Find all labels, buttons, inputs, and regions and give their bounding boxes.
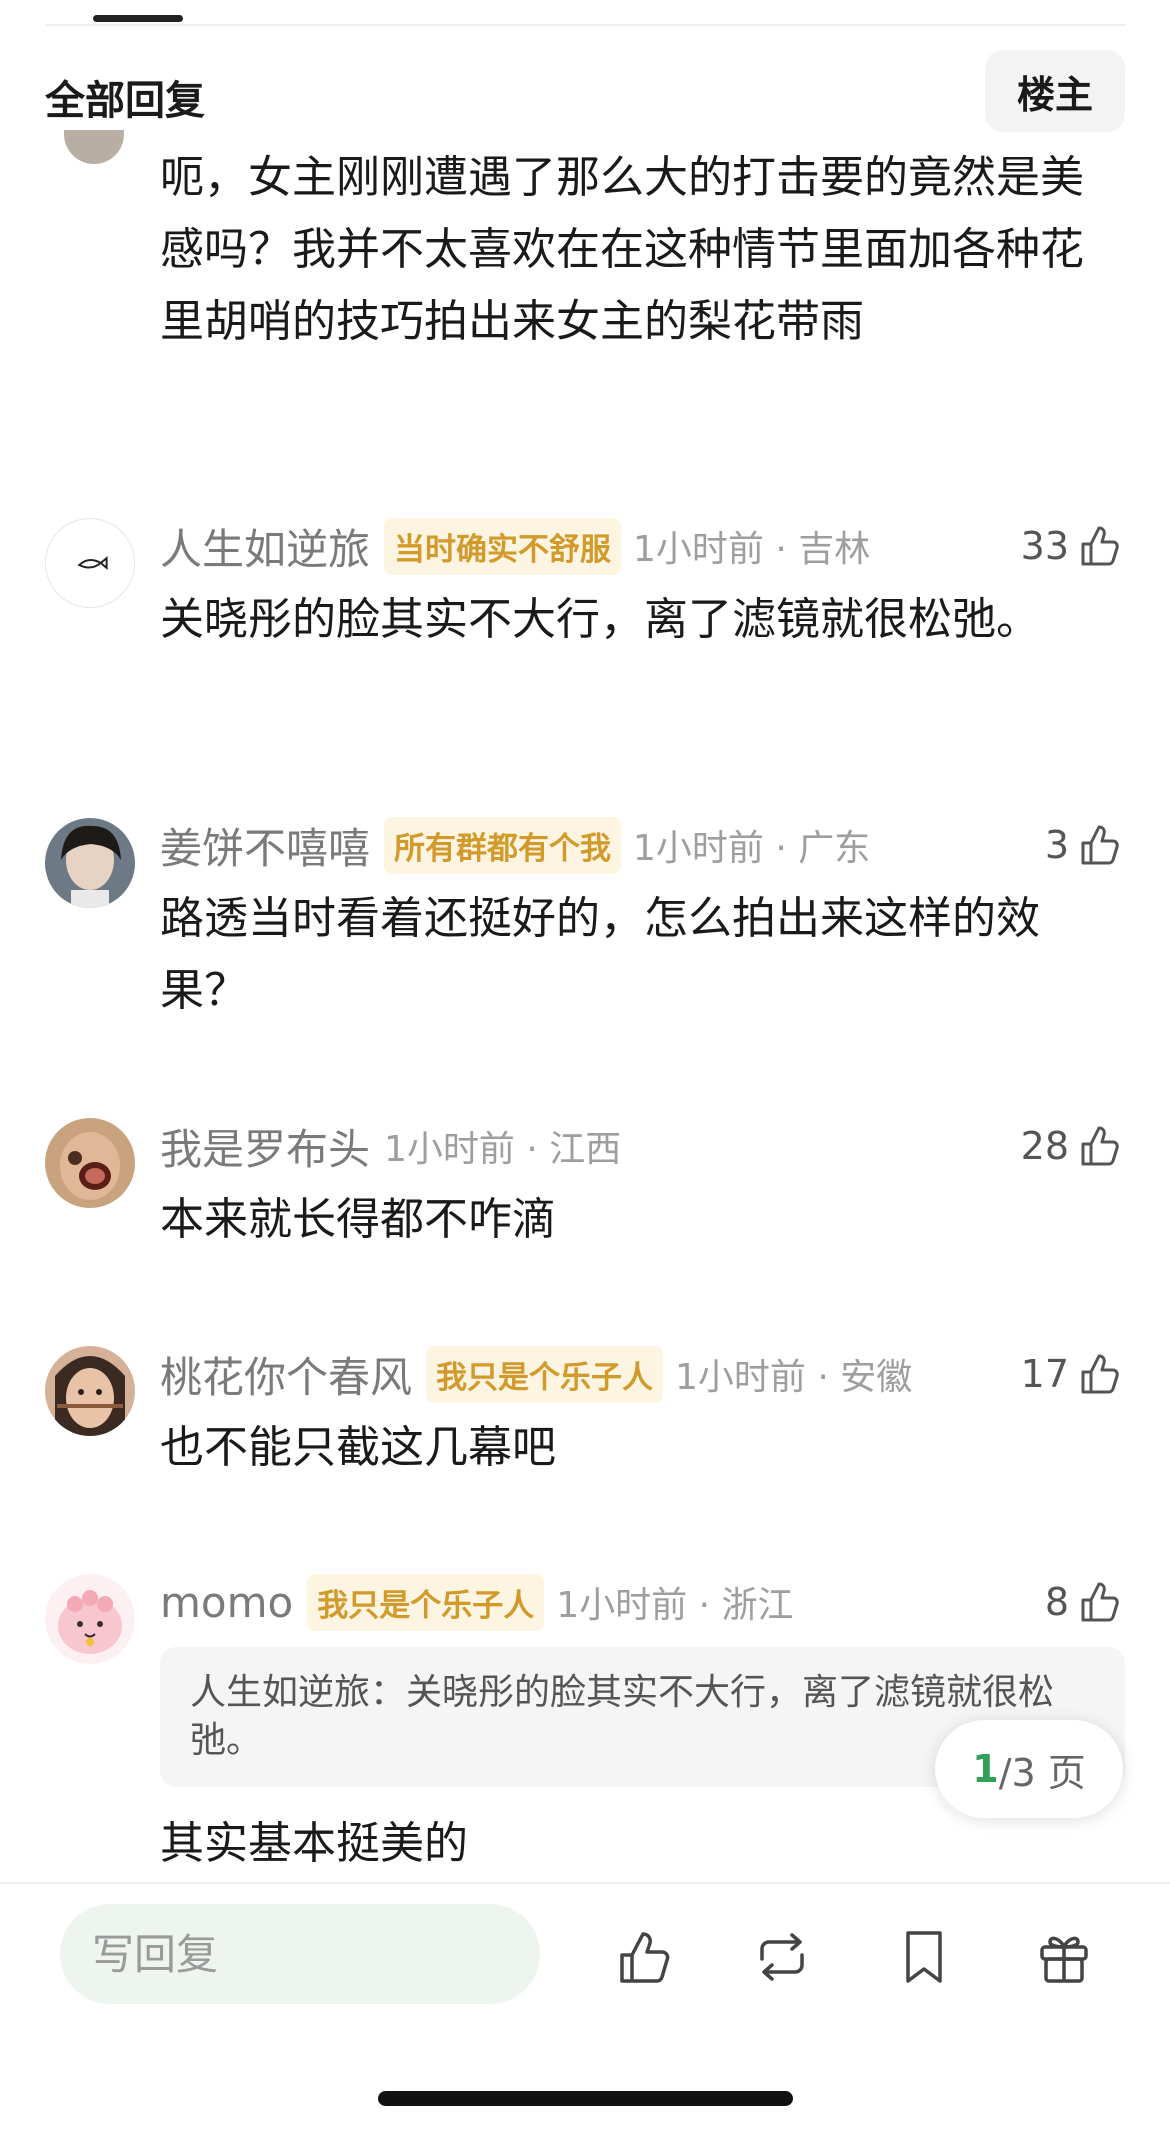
like-button[interactable]: 28 (1021, 1116, 1125, 1176)
like-button[interactable]: 17 (1021, 1344, 1125, 1404)
username[interactable]: momo (160, 1578, 293, 1627)
page-indicator[interactable]: 1/3 页 (935, 1720, 1123, 1818)
user-badge: 我只是个乐子人 (426, 1345, 664, 1403)
user-badge: 当时确实不舒服 (384, 517, 622, 575)
username[interactable]: 我是罗布头 (160, 1116, 370, 1177)
like-count: 3 (1044, 823, 1069, 867)
op-only-button[interactable]: 楼主 (985, 50, 1125, 132)
avatar[interactable] (45, 518, 135, 608)
thumbs-up-icon (1081, 1354, 1119, 1394)
comment-text: 路透当时看着还挺好的，怎么拍出来这样的效果？ (160, 893, 1040, 1016)
like-icon[interactable] (614, 1925, 678, 1989)
comment-meta: 人生如逆旅 当时确实不舒服 1小时前 · 吉林 (160, 516, 870, 576)
thumbs-up-icon (1081, 1582, 1119, 1622)
avatar[interactable] (45, 1574, 135, 1664)
comment-meta: 桃花你个春风 我只是个乐子人 1小时前 · 安徽 (160, 1344, 912, 1404)
username[interactable]: 桃花你个春风 (160, 1344, 412, 1405)
gift-icon[interactable] (1032, 1925, 1096, 1989)
comment-text: 其实基本挺美的 (160, 1818, 468, 1869)
comment-text: 关晓彤的脸其实不大行，离了滤镜就很松弛。 (160, 594, 1040, 645)
like-button[interactable]: 33 (1021, 516, 1125, 576)
time-location: 1小时前 · 安徽 (675, 1357, 913, 1398)
user-badge: 我只是个乐子人 (307, 1573, 545, 1631)
like-button[interactable]: 8 (1045, 1572, 1125, 1632)
comment-meta: 我是罗布头 1小时前 · 江西 (160, 1116, 621, 1176)
avatar[interactable] (64, 130, 124, 164)
like-count: 33 (1020, 524, 1069, 568)
bookmark-icon[interactable] (892, 1925, 956, 1989)
comment-text: 呃，女主刚刚遭遇了那么大的打击要的竟然是美感吗？我并不太喜欢在在这种情节里面加各… (160, 152, 1084, 347)
current-page: 1 (972, 1747, 999, 1791)
reply-input[interactable] (60, 1904, 540, 2004)
like-button[interactable]: 3 (1045, 815, 1125, 875)
divider (0, 1882, 1170, 1884)
home-indicator[interactable] (378, 2091, 793, 2106)
avatar[interactable] (45, 818, 135, 908)
like-count: 8 (1044, 1580, 1069, 1624)
comment-text: 也不能只截这几幕吧 (160, 1422, 556, 1473)
avatar[interactable] (45, 1346, 135, 1436)
time-location: 1小时前 · 广东 (633, 828, 871, 869)
like-count: 28 (1020, 1124, 1069, 1168)
username[interactable]: 姜饼不嘻嘻 (160, 815, 370, 876)
time-location: 1小时前 · 浙江 (556, 1585, 794, 1626)
user-badge: 所有群都有个我 (384, 816, 622, 874)
repost-icon[interactable] (750, 1925, 814, 1989)
comment-meta: momo 我只是个乐子人 1小时前 · 浙江 (160, 1572, 793, 1632)
like-count: 17 (1020, 1352, 1069, 1396)
divider (45, 24, 1125, 26)
drag-handle[interactable] (93, 15, 183, 22)
page-title: 全部回复 (45, 78, 205, 124)
time-location: 1小时前 · 吉林 (633, 529, 871, 570)
avatar[interactable] (45, 1118, 135, 1208)
comment-text: 本来就长得都不咋滴 (160, 1194, 556, 1245)
time-location: 1小时前 · 江西 (384, 1129, 622, 1170)
total-pages: /3 页 (998, 1750, 1086, 1795)
username[interactable]: 人生如逆旅 (160, 516, 370, 577)
thumbs-up-icon (1081, 1126, 1119, 1166)
thumbs-up-icon (1081, 825, 1119, 865)
comment-meta: 姜饼不嘻嘻 所有群都有个我 1小时前 · 广东 (160, 815, 870, 875)
thumbs-up-icon (1081, 526, 1119, 566)
